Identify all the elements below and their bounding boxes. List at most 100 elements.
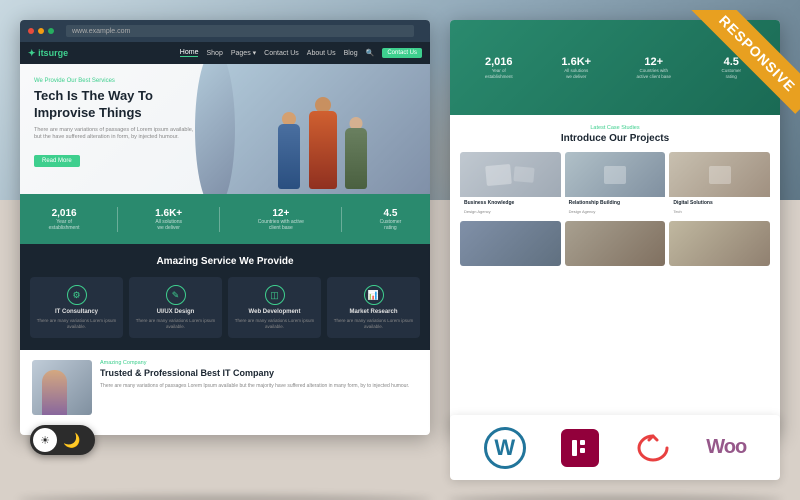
site-logo: ✦ itsurge — [28, 48, 68, 59]
right-stat-year: 2,016 Year ofestablishment — [462, 56, 536, 80]
services-section: Amazing Service We Provide ⚙ IT Consulta… — [20, 244, 430, 350]
right-stat-clients-num: 1.6K+ — [540, 56, 614, 68]
project-card-6 — [669, 221, 770, 266]
project-sublabel-3: Tech — [669, 209, 770, 217]
service-name-webdev: Web Development — [232, 309, 317, 315]
stat-divider-2 — [219, 207, 220, 232]
projects-section: Latest Case Studies Introduce Our Projec… — [450, 115, 780, 276]
nav-blog[interactable]: Blog — [344, 50, 358, 57]
project-sublabel-2: Design Agency — [565, 209, 666, 217]
nav-home[interactable]: Home — [180, 49, 199, 57]
stat-year-number: 2,016 — [49, 208, 80, 219]
address-bar: www.example.com — [66, 25, 414, 37]
nav-cta-button[interactable]: Contact Us — [382, 48, 422, 58]
service-desc-consultancy: There are many variations Lorem ipsum av… — [34, 318, 119, 330]
stat-rating-number: 4.5 — [380, 208, 402, 219]
elementor-logo — [561, 429, 599, 467]
stat-customers-number: 1.6K+ — [155, 208, 182, 219]
responsive-badge: RESPONSIVE — [680, 10, 800, 130]
moon-icon: 🌙 — [63, 432, 80, 449]
service-card-consultancy: ⚙ IT Consultancy There are many variatio… — [30, 277, 123, 338]
stat-customers-label: All solutionswe deliver — [155, 219, 182, 231]
webdev-icon: ◫ — [265, 285, 285, 305]
stat-customers: 1.6K+ All solutionswe deliver — [155, 208, 182, 231]
project-card-1: Business Knowledge Design Agency — [460, 152, 561, 217]
stat-countries-label: Countries with activeclient base — [258, 219, 304, 231]
uiux-icon: ✎ — [166, 285, 186, 305]
service-name-consultancy: IT Consultancy — [34, 309, 119, 315]
service-card-uiux: ✎ UI/UX Design There are many variations… — [129, 277, 222, 338]
right-stat-year-num: 2,016 — [462, 56, 536, 68]
it-company-image — [32, 360, 92, 415]
hero-tag: We Provide Our Best Services — [34, 78, 201, 84]
services-grid: ⚙ IT Consultancy There are many variatio… — [30, 277, 420, 338]
right-stat-clients-label: All solutionswe deliver — [540, 68, 614, 80]
project-img-1 — [460, 152, 561, 197]
stat-divider-1 — [117, 207, 118, 232]
hero-content: We Provide Our Best Services Tech Is The… — [20, 64, 215, 194]
stat-countries-number: 12+ — [258, 208, 304, 219]
project-card-2: Relationship Building Design Agency — [565, 152, 666, 217]
right-stat-year-label: Year ofestablishment — [462, 68, 536, 80]
search-icon[interactable]: 🔍 — [366, 49, 375, 57]
stat-divider-3 — [341, 207, 342, 232]
stat-year-label: Year ofestablishment — [49, 219, 80, 231]
nav-about[interactable]: About Us — [307, 50, 336, 57]
tech-logos-section: W Woo — [450, 415, 780, 480]
projects-grid-row1: Business Knowledge Design Agency Relatio… — [460, 152, 770, 217]
project-sublabel-1: Design Agency — [460, 209, 561, 217]
browser-dot-red — [28, 28, 34, 34]
it-company-description: There are many variations of passages Lo… — [100, 383, 418, 390]
browser-chrome: www.example.com — [20, 20, 430, 42]
service-name-research: Market Research — [331, 309, 416, 315]
main-container: RESPONSIVE www.example.com ✦ itsurge Hom… — [0, 0, 800, 500]
responsive-badge-text: RESPONSIVE — [682, 10, 800, 114]
browser-dot-yellow — [38, 28, 44, 34]
woocommerce-logo: Woo — [706, 436, 746, 459]
nav-contact[interactable]: Contact Us — [264, 50, 299, 57]
project-label-2: Relationship Building — [565, 197, 666, 209]
it-company-tag: Amazing Company — [100, 360, 418, 366]
left-panel-shadow — [18, 495, 432, 500]
stat-rating-label: Customerrating — [380, 219, 402, 231]
project-card-3: Digital Solutions Tech — [669, 152, 770, 217]
projects-grid-row2 — [460, 221, 770, 266]
it-company-title: Trusted & Professional Best IT Company — [100, 368, 418, 380]
wordpress-logo: W — [484, 427, 526, 469]
stat-year: 2,016 Year ofestablishment — [49, 208, 80, 231]
hero-title: Tech Is The Way To Improvise Things — [34, 88, 201, 122]
right-stat-clients: 1.6K+ All solutionswe deliver — [540, 56, 614, 80]
dark-mode-toggle[interactable]: ☀ 🌙 — [30, 425, 95, 455]
site-navbar: ✦ itsurge Home Shop Pages ▾ Contact Us A… — [20, 42, 430, 64]
refresh-logo — [635, 430, 671, 466]
project-img-6 — [669, 221, 770, 266]
stat-rating: 4.5 Customerrating — [380, 208, 402, 231]
project-img-5 — [565, 221, 666, 266]
project-img-4 — [460, 221, 561, 266]
project-card-5 — [565, 221, 666, 266]
project-img-2 — [565, 152, 666, 197]
hero-section: We Provide Our Best Services Tech Is The… — [20, 64, 430, 194]
nav-shop[interactable]: Shop — [206, 50, 222, 57]
service-desc-uiux: There are many variations Lorem ipsum av… — [133, 318, 218, 330]
project-label-1: Business Knowledge — [460, 197, 561, 209]
left-preview-panel: www.example.com ✦ itsurge Home Shop Page… — [20, 20, 430, 435]
service-desc-webdev: There are many variations Lorem ipsum av… — [232, 318, 317, 330]
project-img-3 — [669, 152, 770, 197]
service-card-research: 📊 Market Research There are many variati… — [327, 277, 420, 338]
service-card-webdev: ◫ Web Development There are many variati… — [228, 277, 321, 338]
right-panel-shadow — [448, 495, 782, 500]
hero-cta-button[interactable]: Read More — [34, 155, 80, 167]
it-company-section: Amazing Company Trusted & Professional B… — [20, 350, 430, 425]
projects-title: Introduce Our Projects — [460, 133, 770, 144]
it-company-content: Amazing Company Trusted & Professional B… — [100, 360, 418, 391]
project-label-3: Digital Solutions — [669, 197, 770, 209]
nav-pages[interactable]: Pages ▾ — [231, 49, 256, 57]
services-title: Amazing Service We Provide — [30, 256, 420, 267]
address-text: www.example.com — [72, 28, 130, 35]
project-card-4 — [460, 221, 561, 266]
service-name-uiux: UI/UX Design — [133, 309, 218, 315]
toggle-circle: ☀ — [33, 428, 57, 452]
research-icon: 📊 — [364, 285, 384, 305]
logo-star: ✦ — [28, 48, 36, 58]
